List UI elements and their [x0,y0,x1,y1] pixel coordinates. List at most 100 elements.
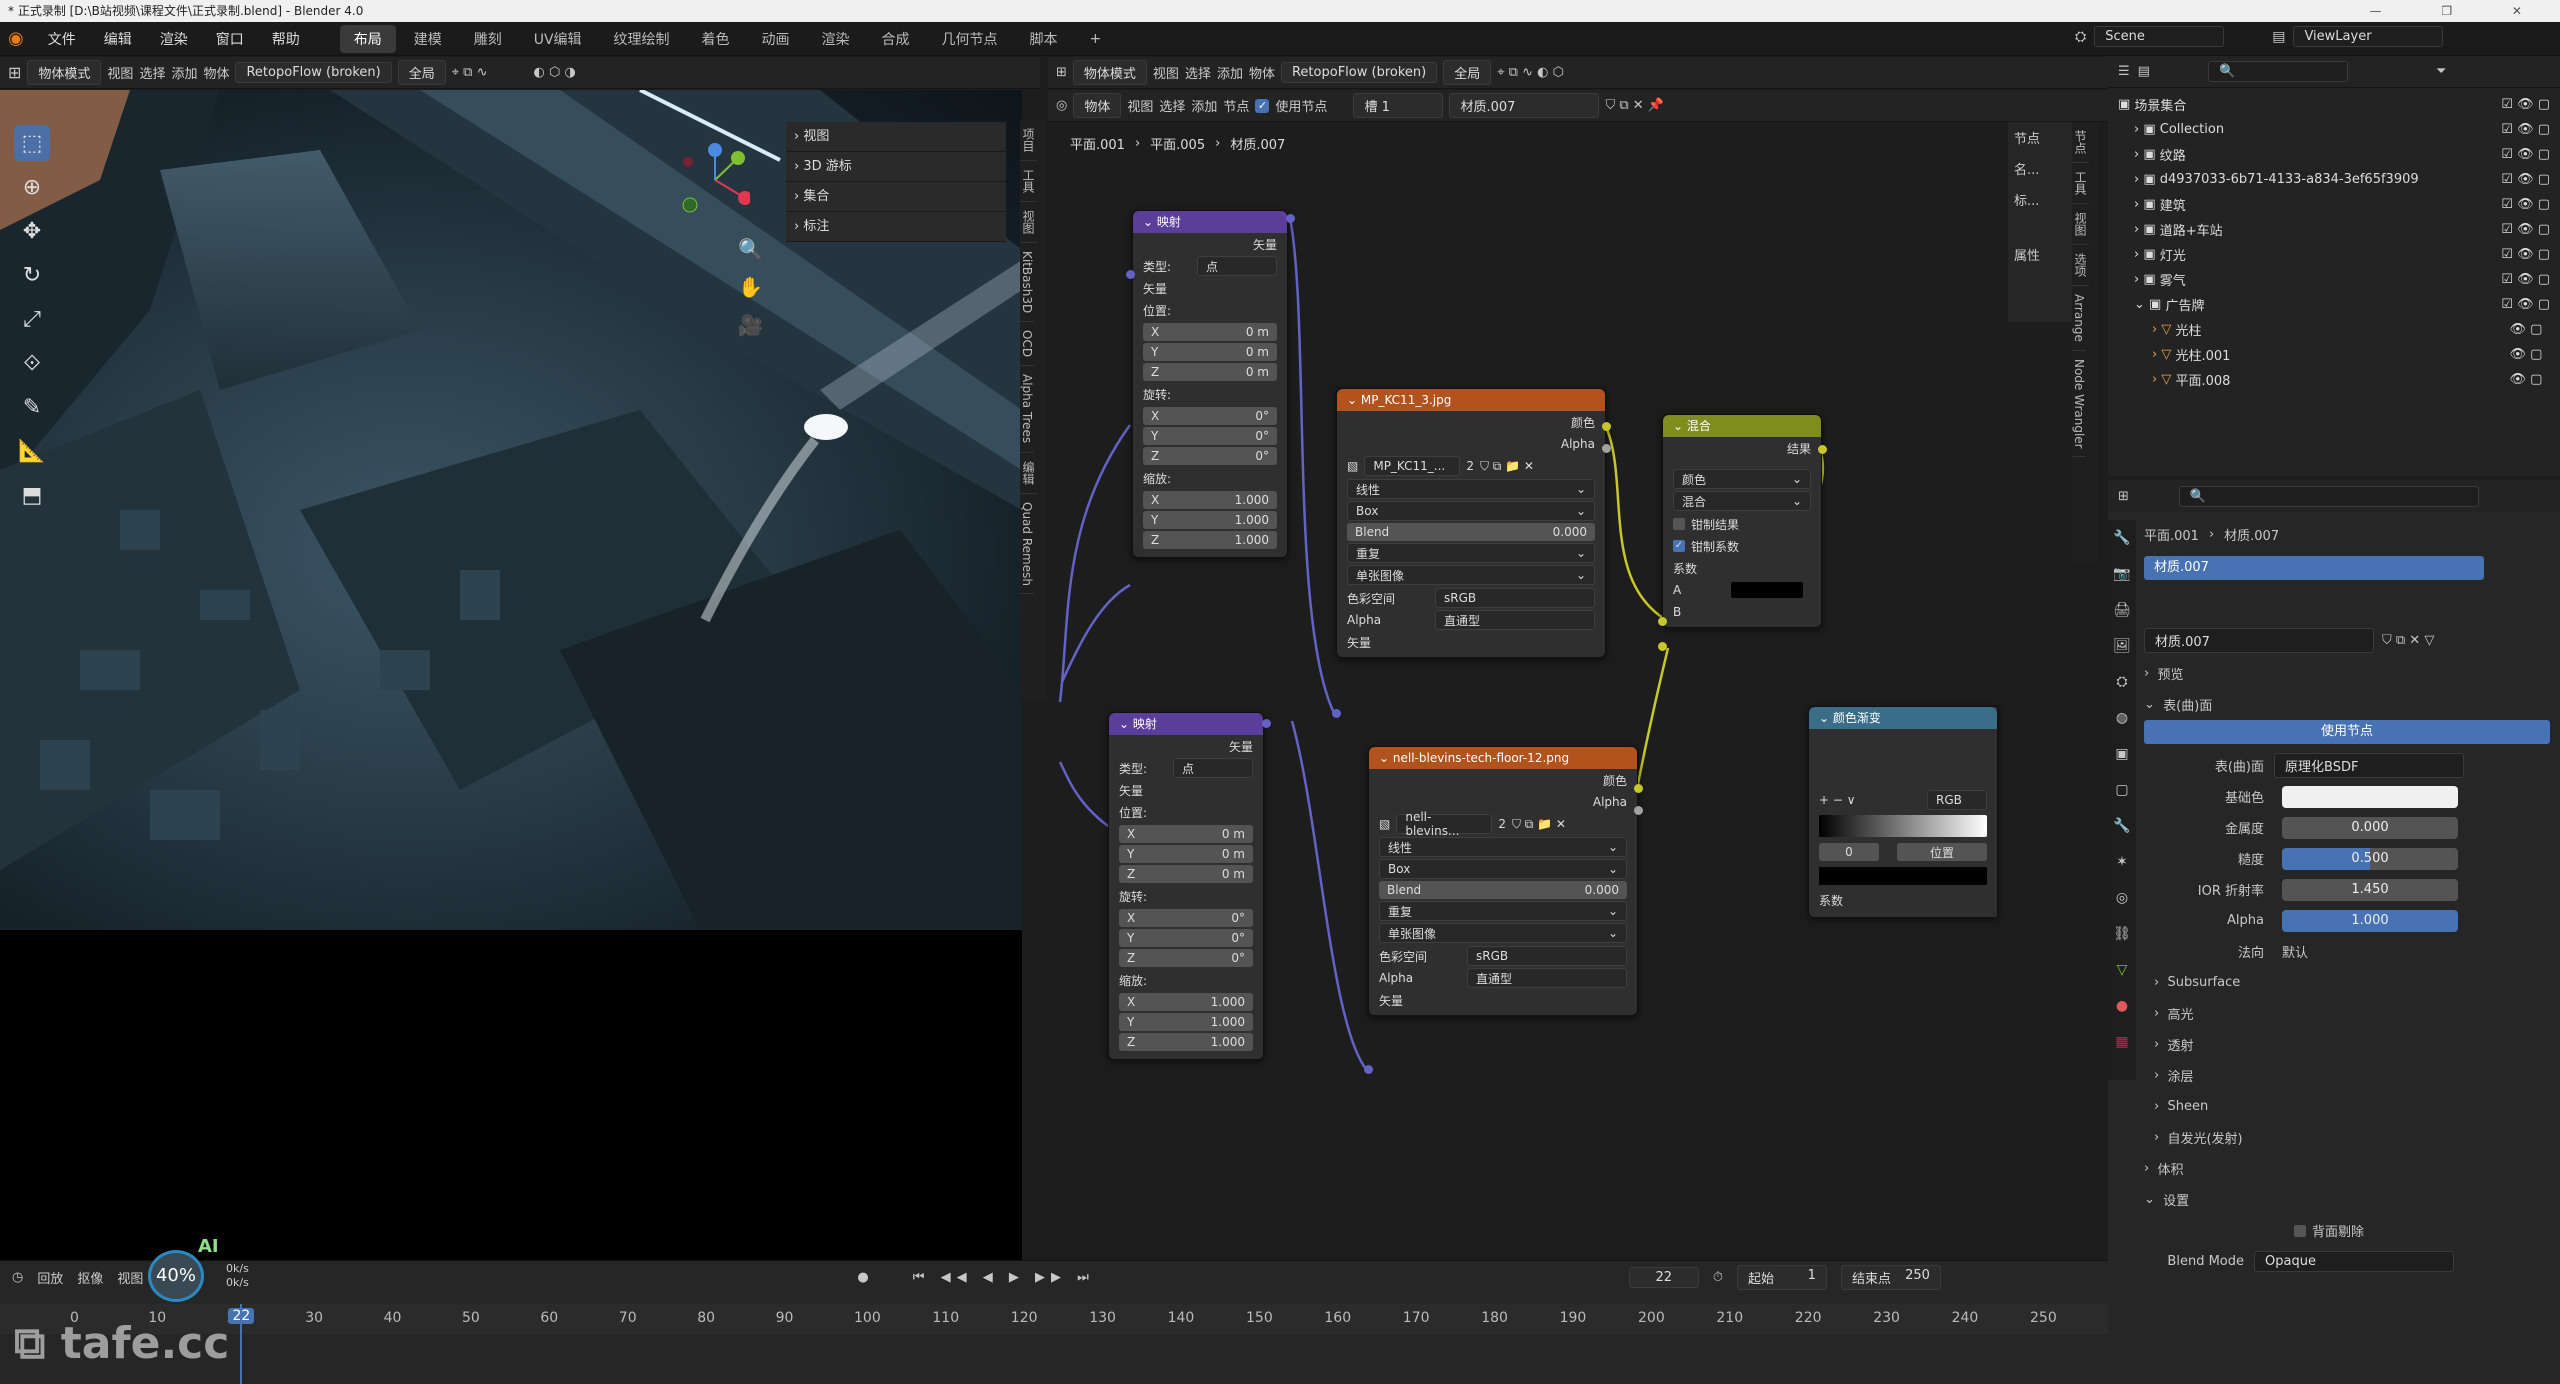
settings-section[interactable]: ⌄ 设置 [2144,1184,2550,1215]
tex-2-alpha-mode[interactable]: 直通型 [1467,968,1627,988]
3d-viewport[interactable]: ⬚ ⊕ ✥ ↻ ⤢ ⟐ ✎ 📐 ⬒ 🔍 ✋ 🎥 › 视图 › 3D 游标 › 集… [0,90,1022,930]
outliner-type-icon[interactable]: ☰ [2118,64,2130,79]
scene-tab-icon[interactable]: ⛭ [2108,664,2136,700]
tex-1-image-actions-icon[interactable]: ⛉ ⧉ 📁 ✕ [1480,459,1534,474]
playback-menu[interactable]: 回放 [37,1268,63,1287]
ntab-options[interactable]: 选项 [2072,245,2089,286]
node-sidebar-label[interactable]: 标... [2008,184,2072,215]
keying-menu[interactable]: 抠像 [77,1268,103,1287]
tex-2-users[interactable]: 2 [1498,817,1506,831]
outliner-item[interactable]: › ▽ 光柱.001 [2108,342,2560,367]
image-browse-icon[interactable]: ▧ [1379,817,1390,831]
timeline-ruler[interactable]: 0102030405060708090100110120130140150160… [0,1304,2108,1334]
view-layer-selector[interactable]: ViewLayer [2293,26,2444,47]
alpha-field[interactable]: 1.000 [2282,909,2458,932]
mix-clamp-result-row[interactable]: 钳制结果 [1663,513,1821,535]
snap-icon[interactable]: ⌖ ⧉ ∿ [452,65,488,80]
menu-window[interactable]: 窗口 [204,29,256,49]
vtab-quad-remesh[interactable]: Quad Remesh [1020,494,1034,595]
node-editor-type-icon[interactable]: ⊞ [1056,65,1067,80]
tab-sculpting[interactable]: 雕刻 [460,25,516,53]
mix-node-header[interactable]: ⌄ 混合 [1663,415,1821,437]
mapping-2-type[interactable]: 点 [1173,758,1253,778]
material-actions-icons[interactable]: ⛉ ⧉ ✕ 📌 [1605,98,1664,113]
mapping-1-type[interactable]: 点 [1197,256,1277,276]
mapping-2-loc-x[interactable]: X0 m [1119,825,1253,843]
clamp-factor-checkbox[interactable]: ✓ [1673,540,1685,552]
preview-section[interactable]: › 预览 [2144,658,2550,689]
tex-2-projection[interactable]: Box ⌄ [1379,859,1627,879]
current-frame-field[interactable]: 22 [1628,1266,1699,1288]
select-tool-icon[interactable]: ⬚ [14,125,50,161]
mix-a-color-swatch[interactable] [1731,582,1804,598]
editor-type-icon[interactable]: ⊞ [8,63,21,82]
mapping-1-rot-z[interactable]: Z 0° [1143,447,1277,465]
rotate-tool-icon[interactable]: ↻ [14,257,50,293]
tex-1-projection[interactable]: Box ⌄ [1347,501,1595,521]
outliner-item[interactable]: › ▽ 平面.008 [2108,367,2560,392]
vtab-edit[interactable]: 编辑 [1020,453,1037,494]
ne-menu-add[interactable]: 添加 [1217,63,1243,82]
clamp-result-checkbox[interactable] [1673,518,1685,530]
npanel-view[interactable]: › 视图 [786,122,1006,152]
image-texture-1-header[interactable]: ⌄ MP_KC11_3.jpg [1337,389,1605,411]
window-controls[interactable]: — ❐ ✕ [2370,0,2550,22]
ntab-node[interactable]: 节点 [2072,122,2089,163]
tab-shading[interactable]: 着色 [688,25,744,53]
subpanel-subsurface[interactable]: › Subsurface [2144,967,2550,998]
image-texture-node-2[interactable]: ⌄ nell-blevins-tech-floor-12.png 颜色 Alph… [1368,746,1638,1016]
ne-menu-view[interactable]: 视图 [1153,63,1179,82]
color-ramp-header[interactable]: ⌄ 颜色渐变 [1809,707,1997,729]
mapping-2-rot-y[interactable]: Y 0° [1119,929,1253,947]
tex-2-source[interactable]: 单张图像 ⌄ [1379,923,1627,943]
output-tab-icon[interactable]: 🖨 [2108,592,2136,628]
cursor-tool-icon[interactable]: ⊕ [14,169,50,205]
material-datablock-actions-icon[interactable]: ⛉ ⧉ ✕ ▽ [2382,633,2434,648]
modifier-tab-icon[interactable]: 🔧 [2108,808,2136,844]
vtab-view[interactable]: 视图 [1020,202,1037,243]
npanel-annotation[interactable]: › 标注 [786,212,1006,242]
backface-culling-row[interactable]: 背面剔除 [2144,1215,2550,1246]
visibility-toggles[interactable]: ☑ 👁 ▢ ☑ 👁 ▢ ☑ 👁 ▢ ☑ 👁 ▢ ☑ 👁 ▢ ☑ 👁 ▢ ☑ 👁 ▢ ☑ 👁 ▢… [2501,92,2550,392]
outliner-item[interactable]: › ▣ 建筑 [2108,192,2560,217]
tex-2-extension[interactable]: 重复 ⌄ [1379,901,1627,921]
use-nodes-button[interactable]: 使用节点 [2144,720,2550,744]
particles-tab-icon[interactable]: ✶ [2108,844,2136,880]
tex-1-vector-socket[interactable] [1332,709,1341,718]
use-nodes-checkbox[interactable]: ✓ [1255,98,1270,113]
node-sidebar-name[interactable]: 名... [2008,153,2072,184]
tex-1-blend[interactable]: Blend 0.000 [1347,523,1595,541]
scene-icon[interactable]: ⛭ [2075,29,2086,45]
pan-hand-icon[interactable]: ✋ [738,268,763,306]
mapping-1-out-socket[interactable] [1286,214,1295,223]
scene-selector[interactable]: Scene [2094,26,2225,47]
tex-1-source[interactable]: 单张图像 ⌄ [1347,565,1595,585]
mapping-2-rot-x[interactable]: X 0° [1119,909,1253,927]
object-type-selector[interactable]: 物体 [1073,93,1122,118]
mapping-node-2-header[interactable]: ⌄ 映射 [1109,713,1263,735]
menu-edit[interactable]: 编辑 [92,29,144,49]
outliner-search-input[interactable]: 🔍 [2207,61,2348,82]
mix-out-socket[interactable] [1818,445,1827,454]
mapping-1-loc-y[interactable]: Y0 m [1143,343,1277,361]
tex-1-users[interactable]: 2 [1466,459,1474,473]
vp-menu-select[interactable]: 选择 [139,63,165,82]
subpanel-specular[interactable]: › 高光 [2144,998,2550,1029]
measure-tool-icon[interactable]: 📐 [14,433,50,469]
material-tab-icon[interactable]: ● [2108,988,2136,1024]
node-editor-canvas[interactable]: 平面.001 › 平面.005 › 材质.007 ⌄ 映射 矢量 类型: 点 矢量… [1050,122,2100,1292]
view-menu[interactable]: 视图 [117,1268,143,1287]
mapping-2-loc-z[interactable]: Z0 m [1119,865,1253,883]
playback-controls-icon[interactable]: ⏮ ◀◀ ◀ ▶ ▶▶ ⏭ [913,1270,1095,1285]
mapping-2-scale-x[interactable]: X 1.000 [1119,993,1253,1011]
tex-1-interpolation[interactable]: 线性 ⌄ [1347,479,1595,499]
vtab-tool[interactable]: 工具 [1020,161,1037,202]
collection-tab-icon[interactable]: ▣ [2108,736,2136,772]
tex-2-vector-socket[interactable] [1364,1065,1373,1074]
tab-modeling[interactable]: 建模 [400,25,456,53]
vtab-alpha-trees[interactable]: Alpha Trees [1020,366,1034,453]
ne-orientation[interactable]: 全局 [1443,60,1492,85]
move-tool-icon[interactable]: ✥ [14,213,50,249]
mapping-node-2[interactable]: ⌄ 映射 矢量 类型: 点 矢量 位置: X0 m Y0 m Z0 m 旋转: X… [1108,712,1264,1060]
vp-menu-add[interactable]: 添加 [171,63,197,82]
